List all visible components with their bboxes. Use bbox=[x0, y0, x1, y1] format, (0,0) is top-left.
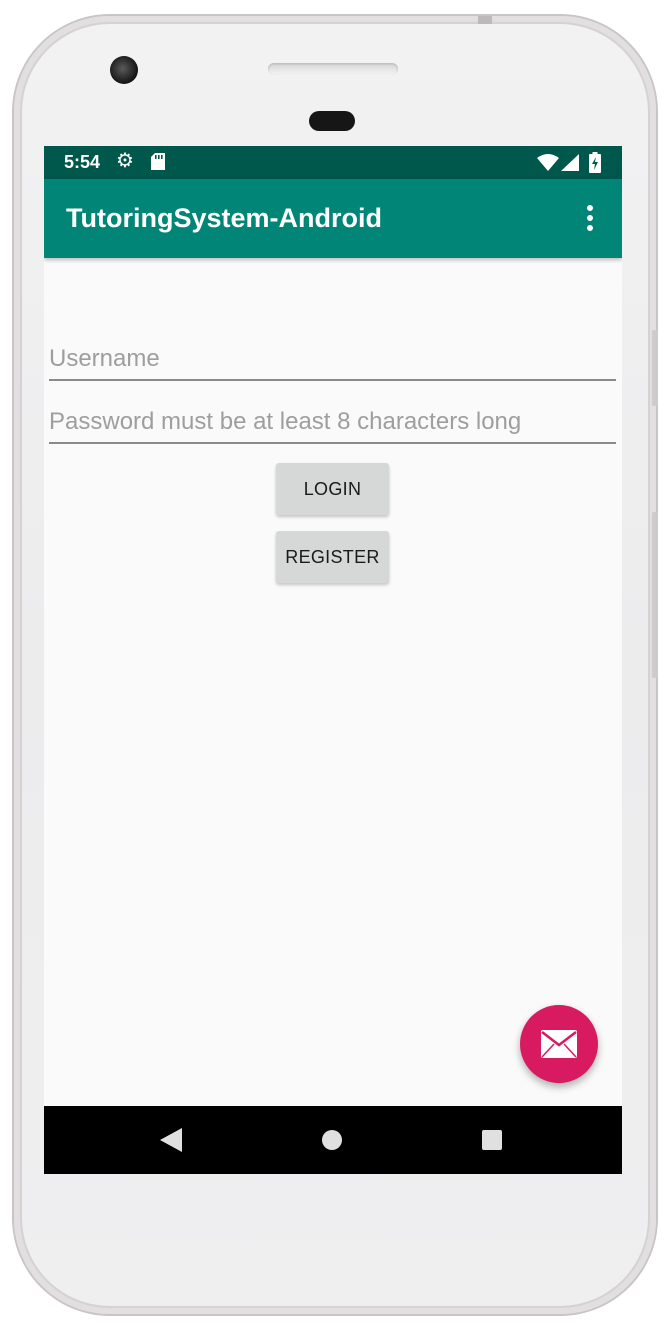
status-time: 5:54 bbox=[64, 152, 101, 172]
email-fab[interactable] bbox=[520, 1005, 598, 1083]
status-bar: 5:54 ⚙ bbox=[44, 146, 622, 179]
login-button[interactable]: LOGIN bbox=[276, 463, 389, 515]
volume-button bbox=[652, 512, 658, 678]
earpiece-speaker bbox=[268, 63, 398, 75]
wifi-icon bbox=[537, 154, 559, 171]
sd-card-icon bbox=[151, 153, 165, 170]
battery-charging-icon bbox=[589, 152, 601, 173]
home-icon[interactable] bbox=[322, 1130, 342, 1150]
back-icon[interactable] bbox=[160, 1128, 182, 1152]
navigation-bar bbox=[44, 1106, 622, 1174]
gear-icon: ⚙ bbox=[116, 150, 134, 172]
proximity-sensor bbox=[309, 111, 355, 131]
email-icon bbox=[541, 1030, 577, 1058]
front-camera bbox=[110, 56, 138, 84]
recents-icon[interactable] bbox=[482, 1130, 502, 1150]
more-vert-icon[interactable] bbox=[578, 203, 602, 235]
antenna-band bbox=[478, 16, 492, 24]
app-bar: TutoringSystem-Android bbox=[44, 179, 622, 258]
cell-signal-icon bbox=[561, 154, 579, 171]
power-button bbox=[652, 330, 658, 406]
username-input[interactable] bbox=[49, 339, 616, 381]
screen: 5:54 ⚙ TutoringSystem-Android LOGIN bbox=[44, 146, 622, 1174]
register-button[interactable]: REGISTER bbox=[276, 531, 389, 583]
password-input[interactable] bbox=[49, 402, 616, 444]
app-title: TutoringSystem-Android bbox=[66, 203, 382, 233]
